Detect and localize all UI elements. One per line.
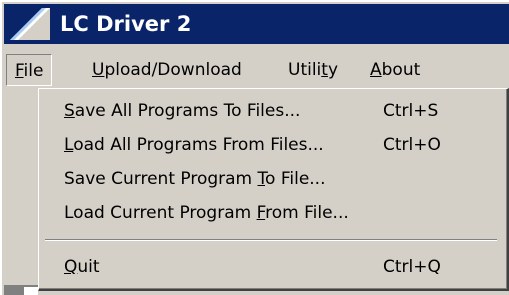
app-window: LC Driver 2 File Upload/Download Utility… [0,0,509,295]
menu-upload-download[interactable]: Upload/Download [84,54,250,86]
menu-item-label: Save All Programs To Files... [64,101,301,121]
background-strip [38,291,509,295]
app-icon [10,8,50,40]
menu-item-load-current-program[interactable]: Load Current Program From File... [39,197,504,229]
background-control-highlight [24,287,38,295]
menu-bar: File Upload/Download Utility About [4,50,509,90]
menu-item-save-current-program[interactable]: Save Current Program To File... [39,163,504,195]
menu-item-shortcut: Ctrl+S [383,101,439,121]
window-title: LC Driver 2 [60,12,192,36]
menu-about[interactable]: About [362,54,428,86]
menu-item-shortcut: Ctrl+Q [383,257,441,277]
menu-file[interactable]: File [6,54,53,86]
background-window-edge [4,92,36,291]
menu-item-quit[interactable]: Quit Ctrl+Q [39,251,504,283]
menu-item-label: Quit [64,257,100,277]
title-bar[interactable]: LC Driver 2 [4,4,509,44]
menu-item-label: Load Current Program From File... [64,203,349,223]
menu-item-shortcut: Ctrl+O [383,135,441,155]
menu-separator [45,239,497,241]
menu-item-save-all-programs[interactable]: Save All Programs To Files... Ctrl+S [39,95,504,127]
menu-utility[interactable]: Utility [280,54,346,86]
menu-item-label: Save Current Program To File... [64,169,326,189]
file-menu-dropdown: Save All Programs To Files... Ctrl+S Loa… [38,88,509,291]
menu-file-mnemonic: F [15,61,24,81]
menu-item-load-all-programs[interactable]: Load All Programs From Files... Ctrl+O [39,129,504,161]
menu-item-label: Load All Programs From Files... [64,135,324,155]
